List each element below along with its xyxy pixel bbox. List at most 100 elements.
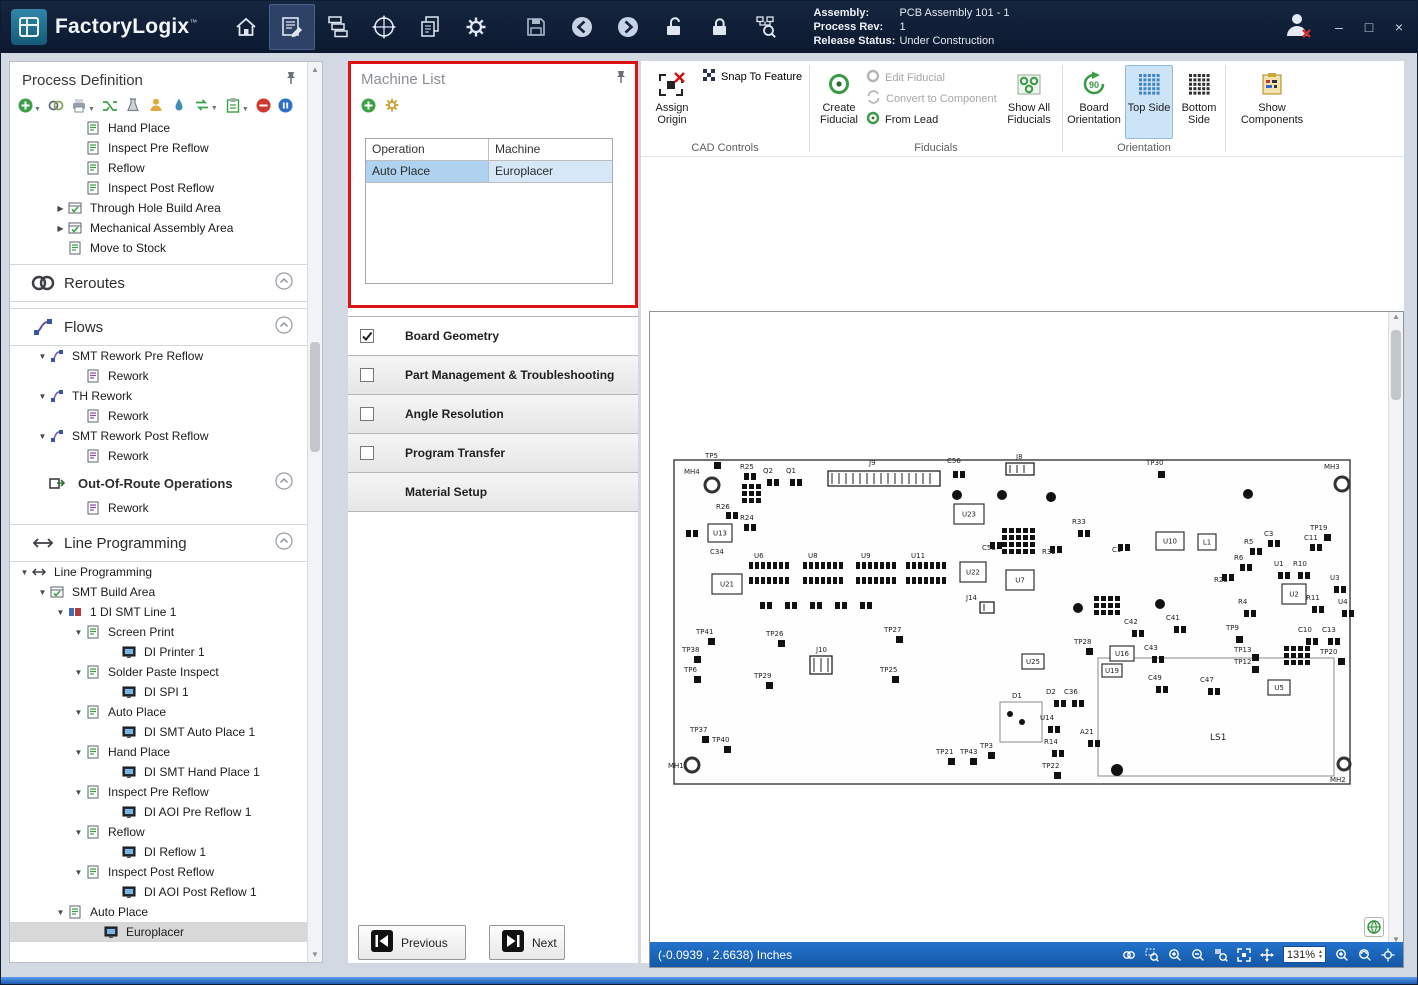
tree-item-1-di-smt-line-1[interactable]: ▼1 DI SMT Line 1 [10,602,307,622]
stage-program-transfer[interactable]: Program Transfer [348,434,638,473]
collapse-line-programming-icon[interactable] [275,532,295,555]
tree-item-through-hole-build-area[interactable]: ▶Through Hole Build Area [10,198,307,218]
materials-icon[interactable] [315,4,361,50]
expanded-arrow-icon[interactable]: ▼ [72,628,85,637]
from-lead-button[interactable]: From Lead [866,109,997,130]
expanded-arrow-icon[interactable]: ▼ [36,588,49,597]
hold-icon[interactable] [278,98,293,113]
stage-material-setup[interactable]: Material Setup [348,473,638,512]
tree-item-di-printer-1[interactable]: DI Printer 1 [10,642,307,662]
machine-table-cell[interactable]: Europlacer [489,161,612,183]
tree-item-inspect-pre-reflow[interactable]: Inspect Pre Reflow [10,138,307,158]
tree-item-smt-rework-pre-reflow[interactable]: ▼SMT Rework Pre Reflow [10,346,307,366]
process-search-icon[interactable] [743,4,789,50]
tree-item-reflow[interactable]: ▼Reflow [10,822,307,842]
transfer-icon[interactable]: ▼ [194,98,218,112]
link-tool-icon[interactable] [1122,948,1136,962]
zoom-in-icon[interactable] [1168,948,1182,962]
zoom-window-icon[interactable] [1145,948,1159,962]
expanded-arrow-icon[interactable]: ▼ [72,708,85,717]
stage-checkbox[interactable] [360,329,374,343]
tree-item-rework[interactable]: Rework [10,498,307,518]
snap-to-feature-toggle[interactable]: Snap To Feature [703,69,802,85]
paste-icon[interactable]: ▼ [225,97,249,113]
expanded-arrow-icon[interactable]: ▼ [54,908,67,917]
add-icon[interactable]: ▼ [18,98,41,113]
zoom-out-icon[interactable] [1191,948,1205,962]
settings-icon[interactable] [453,4,499,50]
stage-angle-resolution[interactable]: Angle Resolution [348,395,638,434]
add-machine-icon[interactable] [361,97,376,113]
tree-item-inspect-post-reflow[interactable]: ▼Inspect Post Reflow [10,862,307,882]
print-icon[interactable]: ▼ [71,97,95,113]
scroll-down-icon[interactable]: ▼ [308,947,322,962]
expanded-arrow-icon[interactable]: ▼ [54,608,67,617]
tree-item-di-aoi-post-reflow-1[interactable]: DI AOI Post Reflow 1 [10,882,307,902]
expanded-arrow-icon[interactable]: ▼ [36,432,49,441]
stage-checkbox[interactable] [360,446,374,460]
tree-item-hand-place[interactable]: Hand Place [10,118,307,138]
remove-icon[interactable] [256,98,271,113]
home-icon[interactable] [223,4,269,50]
stage-checkbox[interactable] [360,407,374,421]
tree-item-inspect-pre-reflow[interactable]: ▼Inspect Pre Reflow [10,782,307,802]
tree-item-smt-build-area[interactable]: ▼SMT Build Area [10,582,307,602]
documents-icon[interactable] [407,4,453,50]
machine-config-icon[interactable] [384,97,400,113]
line-programming-header[interactable]: Line Programming [10,524,307,562]
tree-item-screen-print[interactable]: ▼Screen Print [10,622,307,642]
pin-icon[interactable] [285,71,297,90]
collapse-out-of-route-icon[interactable] [275,472,295,495]
tree-item-di-aoi-pre-reflow-1[interactable]: DI AOI Pre Reflow 1 [10,802,307,822]
process-definition-icon[interactable] [269,4,315,50]
out-of-route-header[interactable]: Out-Of-Route Operations [10,468,307,498]
tree-item-mechanical-assembly-area[interactable]: ▶Mechanical Assembly Area [10,218,307,238]
bottom-side-button[interactable]: Bottom Side [1175,65,1223,139]
navigator-icon[interactable] [361,4,407,50]
tree-item-di-smt-hand-place-1[interactable]: DI SMT Hand Place 1 [10,762,307,782]
tree-item-move-to-stock[interactable]: Move to Stock [10,238,307,258]
minimize-button[interactable]: – [1331,19,1347,35]
lock-icon[interactable] [697,4,743,50]
column-header-operation[interactable]: Operation [366,139,489,161]
expanded-arrow-icon[interactable]: ▼ [72,828,85,837]
tree-item-di-spi-1[interactable]: DI SPI 1 [10,682,307,702]
expanded-arrow-icon[interactable]: ▼ [36,352,49,361]
forward-icon[interactable] [605,4,651,50]
flows-header[interactable]: Flows [10,308,307,346]
tree-item-smt-rework-post-reflow[interactable]: ▼SMT Rework Post Reflow [10,426,307,446]
collapsed-arrow-icon[interactable]: ▶ [54,224,67,233]
branch-icon[interactable] [102,98,118,113]
zoom-selection-icon[interactable] [1214,948,1228,962]
show-components-button[interactable]: Show Components [1236,65,1308,139]
sample-icon[interactable] [125,97,141,113]
marker-icon[interactable] [171,97,187,113]
machine-table[interactable]: OperationMachineAuto PlaceEuroplacer [365,138,613,284]
zoom-level-input[interactable]: 131%▲▼ [1283,946,1326,963]
tree-item-auto-place[interactable]: ▼Auto Place [10,902,307,922]
zoom-dynamic-icon[interactable] [1335,948,1349,962]
operator-icon[interactable] [148,97,164,113]
maximize-button[interactable]: □ [1361,19,1377,35]
convert-to-component-button[interactable]: Convert to Component [866,88,997,109]
tree-item-rework[interactable]: Rework [10,366,307,386]
tree-item-th-rework[interactable]: ▼TH Rework [10,386,307,406]
expanded-arrow-icon[interactable]: ▼ [72,748,85,757]
scroll-up-icon[interactable]: ▲ [1389,312,1403,321]
machine-table-row[interactable]: Auto PlaceEuroplacer [366,161,612,183]
pcb-board-drawing[interactable]: MH4MH3MH1MH2TP5R25Q2Q1J9C56J8TP30U13R26R… [650,312,1389,944]
tree-item-line-programming[interactable]: ▼Line Programming [10,562,307,582]
tree-item-rework[interactable]: Rework [10,406,307,426]
back-icon[interactable] [559,4,605,50]
unlock-icon[interactable] [651,4,697,50]
board-orientation-button[interactable]: 90 Board Orientation [1065,65,1123,139]
pin-icon[interactable] [615,70,627,89]
assign-origin-button[interactable]: Assign Origin [643,65,701,139]
cad-viewport[interactable]: MH4MH3MH1MH2TP5R25Q2Q1J9C56J8TP30U13R26R… [649,311,1404,968]
show-all-fiducials-button[interactable]: Show All Fiducials [1000,65,1058,139]
tree-item-di-reflow-1[interactable]: DI Reflow 1 [10,842,307,862]
collapse-reroutes-icon[interactable] [275,272,295,295]
zoom-spinner[interactable]: ▲▼ [1318,950,1325,960]
save-icon[interactable] [513,4,559,50]
create-fiducial-button[interactable]: Create Fiducial [810,65,868,139]
